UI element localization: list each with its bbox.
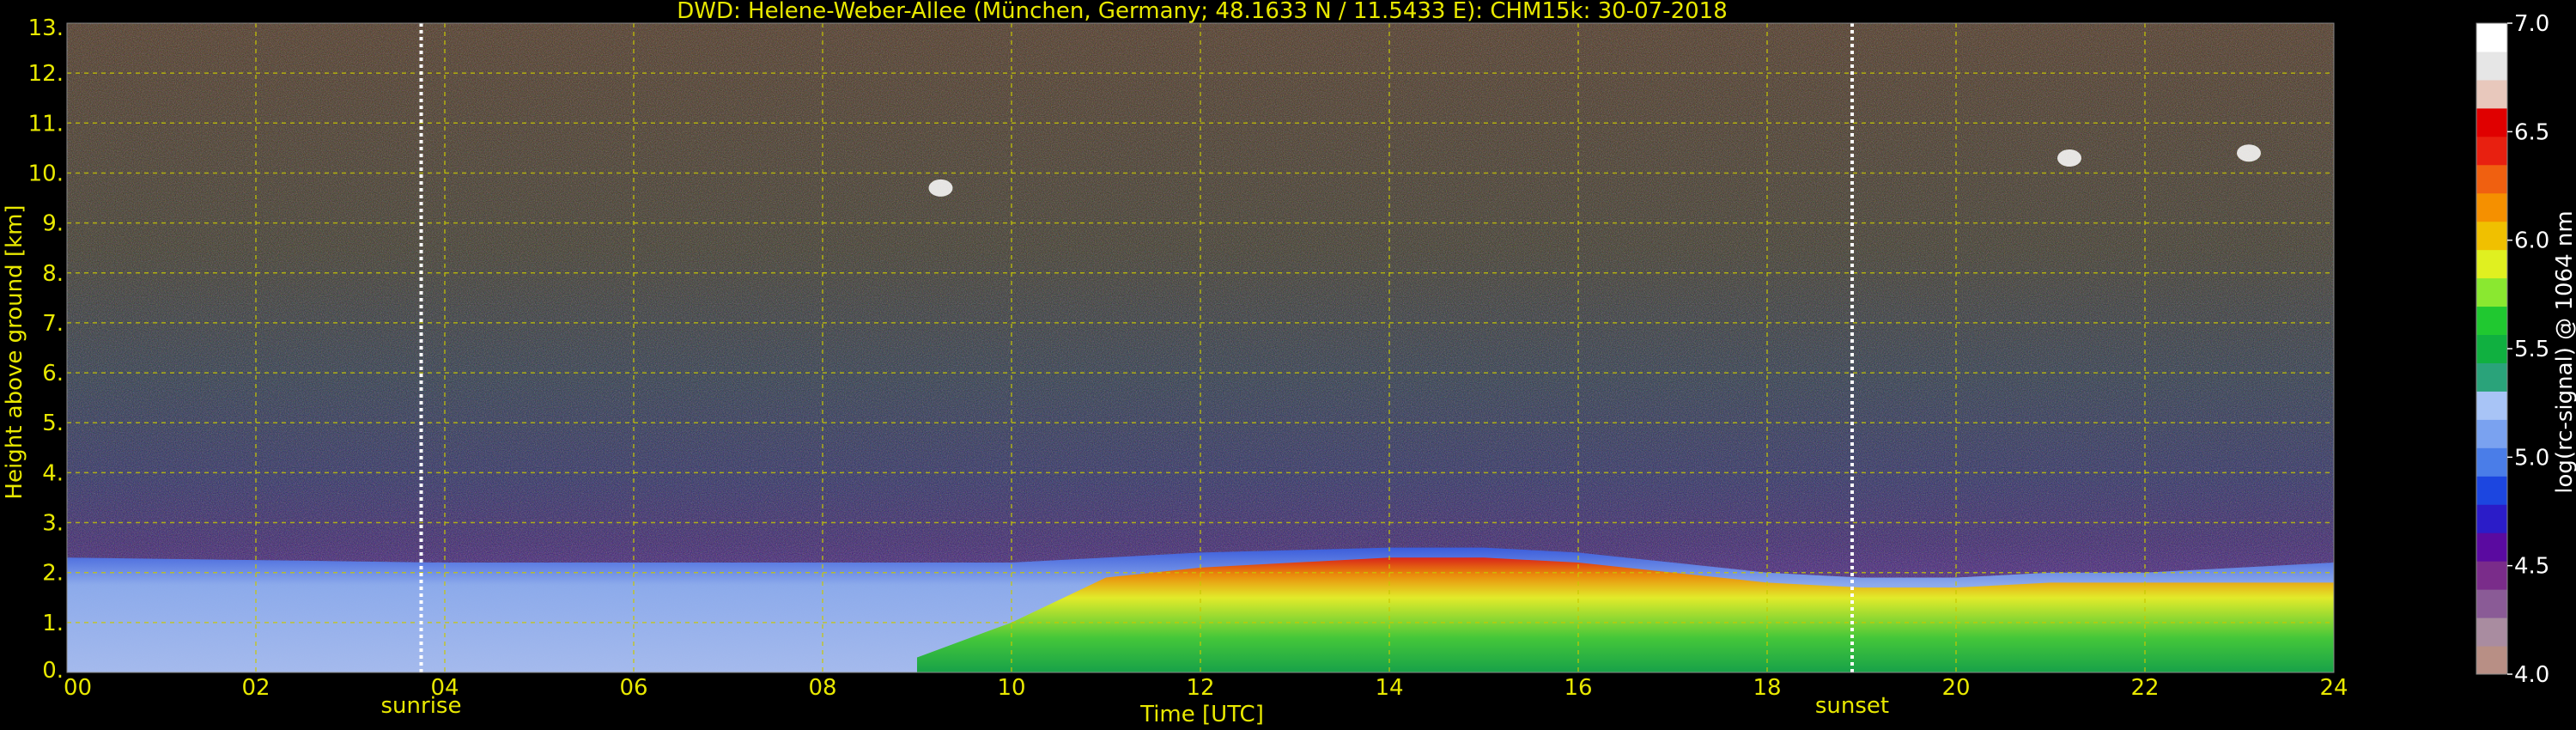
colorbar-segment [2476, 136, 2507, 166]
x-tick-label: 08 [808, 675, 836, 701]
cloud-patch [928, 179, 953, 197]
colorbar-tick-label: 5.5 [2514, 337, 2549, 362]
colorbar-tick-label: 6.0 [2514, 228, 2549, 254]
colorbar-segment [2476, 107, 2507, 137]
colorbar-tick-label: 6.5 [2514, 119, 2549, 145]
x-tick-label: 16 [1564, 675, 1592, 701]
x-tick-label: 04 [430, 675, 459, 701]
colorbar-tick-label: 7.0 [2514, 11, 2549, 37]
colorbar-segment [2476, 306, 2507, 336]
colorbar-segment [2476, 192, 2507, 222]
x-tick-label: 00 [64, 675, 92, 701]
colorbar-segment [2476, 362, 2507, 392]
colorbar-tick-label: 4.5 [2514, 554, 2549, 580]
colorbar-segment [2476, 249, 2507, 279]
colorbar-tick-label: 4.0 [2514, 662, 2549, 688]
x-tick-label: 22 [2130, 675, 2159, 701]
colorbar-segment [2476, 334, 2507, 363]
cloud-patch [2057, 149, 2081, 167]
x-tick-label: 24 [2319, 675, 2348, 701]
colorbar-segment [2476, 476, 2507, 505]
y-tick-label: 9. [42, 211, 64, 237]
x-tick-label: 20 [1941, 675, 1970, 701]
y-tick-label: 8. [42, 261, 64, 287]
x-tick-label: 12 [1186, 675, 1214, 701]
y-tick-label: 2. [42, 561, 64, 587]
y-tick-label: 6. [42, 361, 64, 386]
y-tick-label: 0. [42, 658, 64, 684]
colorbar-segment [2476, 79, 2507, 109]
colorbar-segment [2476, 23, 2507, 52]
y-axis-label: Height above ground [km] [2, 204, 27, 499]
colorbar-tick-label: 5.0 [2514, 445, 2549, 471]
colorbar-segment [2476, 504, 2507, 533]
x-tick-label: 18 [1753, 675, 1781, 701]
y-tick-label: 13. [28, 15, 64, 41]
y-tick-label: 1. [42, 611, 64, 636]
colorbar-label: log(rc-signal) @ 1064 nm [2552, 210, 2576, 493]
y-tick-label: 11. [28, 111, 64, 137]
colorbar-segment [2476, 646, 2507, 675]
x-tick-label: 10 [997, 675, 1025, 701]
y-tick-label: 10. [28, 161, 64, 186]
x-tick-label: 14 [1375, 675, 1403, 701]
colorbar: 4.0 4.5 5.0 5.5 6.0 6.5 7.0 [2476, 11, 2549, 688]
y-tick-label: 4. [42, 460, 64, 486]
colorbar-segment [2476, 561, 2507, 590]
chart-title: DWD: Helene-Weber-Allee (München, German… [677, 0, 1728, 24]
colorbar-segment [2476, 617, 2507, 647]
x-axis-label: Time [UTC] [1139, 702, 1264, 727]
sunset-label: sunset [1815, 693, 1889, 719]
colorbar-segment [2476, 532, 2507, 562]
y-tick-label: 7. [42, 311, 64, 337]
colorbar-segment [2476, 51, 2507, 81]
colorbar-segment [2476, 589, 2507, 618]
y-tick-label: 12. [28, 61, 64, 87]
colorbar-segment [2476, 164, 2507, 194]
y-tick-label: 3. [42, 511, 64, 537]
colorbar-segment [2476, 419, 2507, 448]
colorbar-segment [2476, 447, 2507, 477]
colorbar-segment [2476, 277, 2507, 307]
x-tick-label: 02 [241, 675, 270, 701]
colorbar-segment [2476, 391, 2507, 420]
ceilometer-chart: sunrise sunset 00 02 04 06 08 10 12 14 16 18 20 22 24… [2, 0, 2576, 727]
colorbar-segment [2476, 221, 2507, 251]
cloud-patch [2237, 144, 2261, 162]
y-tick-label: 5. [42, 411, 64, 436]
y-axis-ticks: 0. 1. 2. 3. 4. 5. 6. 7. 8. 9. 10. 11. 12. 13. [28, 15, 64, 684]
x-tick-label: 06 [619, 675, 647, 701]
